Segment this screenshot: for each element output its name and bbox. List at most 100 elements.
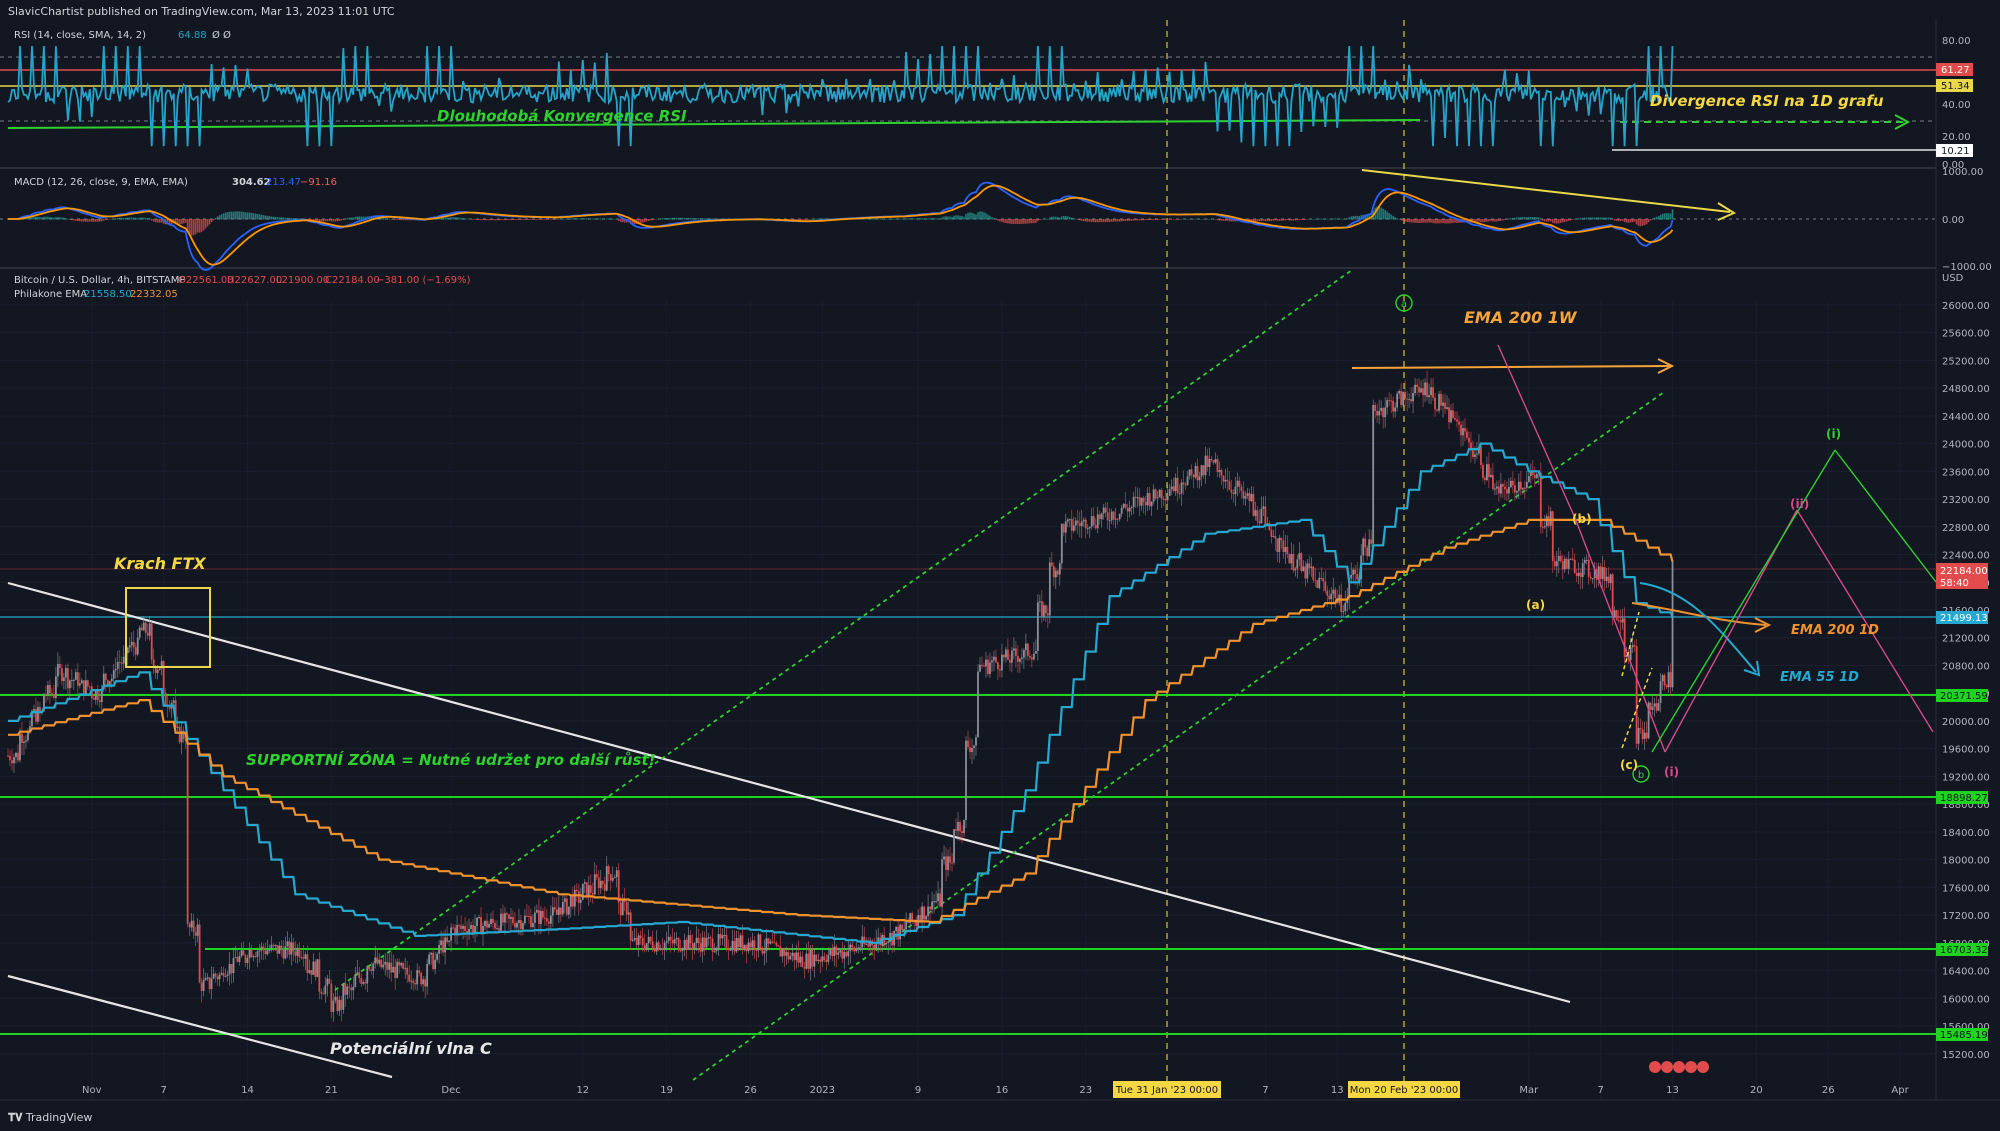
candle-body — [306, 954, 309, 973]
candle-body — [84, 680, 87, 694]
candle-body — [815, 954, 818, 962]
macd-hist-bar — [1220, 219, 1223, 221]
macd-hist-bar — [55, 217, 57, 220]
candle-body — [1170, 486, 1173, 490]
candle-body — [577, 891, 580, 903]
tradingview-chart[interactable]: a b Dlouhodobá Konvergence RSI Divergenc… — [0, 0, 2000, 1131]
macd-hist-bar — [572, 218, 574, 220]
macd-hist-bar — [1565, 219, 1568, 222]
candle-body — [278, 945, 281, 954]
candle-body — [973, 745, 975, 749]
macd-hist-bar — [1436, 219, 1438, 224]
macd-hist-bar — [386, 218, 389, 220]
macd-hist-bar — [1132, 219, 1135, 221]
macd-hist-bar — [580, 218, 582, 220]
candle-body — [376, 957, 379, 964]
candle-body — [1523, 487, 1526, 489]
macd-hist-bar — [953, 215, 955, 220]
candle-body — [1292, 554, 1295, 571]
candle-body — [619, 902, 622, 916]
macd-hist-bar — [212, 219, 215, 221]
candle-body — [1494, 488, 1496, 490]
event-icon[interactable] — [1661, 1061, 1673, 1073]
macd-hist-bar — [244, 212, 247, 220]
macd-hist-bar — [77, 219, 79, 221]
candle-body — [1290, 554, 1293, 564]
macd-hist-bar — [576, 218, 578, 220]
macd-hist-bar — [89, 219, 91, 222]
macd-hist-bar — [1647, 219, 1650, 223]
candle-body — [1392, 400, 1395, 412]
macd-hist-bar — [595, 218, 598, 220]
event-icon[interactable] — [1697, 1061, 1709, 1073]
candle-body — [1414, 384, 1416, 394]
macd-hist-bar — [1548, 219, 1550, 222]
candle-body — [999, 669, 1001, 671]
macd-hist-bar — [973, 213, 975, 220]
candle-body — [985, 659, 987, 667]
candle-body — [1288, 554, 1291, 564]
macd-hist-bar — [41, 217, 43, 220]
candle-body — [352, 986, 355, 991]
macd-hist-bar — [1625, 219, 1628, 223]
candle-body — [1322, 578, 1325, 582]
macd-hist-bar — [939, 218, 941, 220]
macd-hist-bar — [1120, 219, 1123, 222]
event-icon[interactable] — [1673, 1061, 1685, 1073]
candle-body — [1533, 474, 1536, 479]
macd-hist-bar — [326, 219, 329, 222]
candle-body — [1244, 495, 1247, 499]
candle-body — [226, 974, 229, 977]
candle-body — [995, 656, 997, 663]
candle-body — [1420, 388, 1422, 393]
candle-body — [410, 980, 413, 982]
macd-hist-bar — [150, 219, 153, 221]
rsi-convergence-label: Dlouhodobá Konvergence RSI — [437, 107, 687, 125]
event-icon[interactable] — [1685, 1061, 1697, 1073]
macd-hist-bar — [318, 219, 321, 222]
macd-hist-bar — [1496, 219, 1498, 222]
tradingview-logo[interactable]: 𝐓𝐕 TradingView — [8, 1111, 92, 1125]
macd-hist-bar — [382, 218, 385, 220]
candle-body — [398, 961, 401, 966]
candle-body — [1484, 477, 1486, 480]
macd-hist-bar — [591, 218, 594, 220]
price-tick: 18000.00 — [1942, 856, 1990, 867]
candle-body — [1080, 521, 1083, 527]
macd-hist-bar — [1254, 219, 1257, 222]
macd-hist-bar — [122, 217, 125, 220]
candle-body — [232, 958, 235, 974]
macd-hist-bar — [104, 219, 107, 221]
candle-body — [951, 862, 953, 864]
candle-body — [480, 916, 482, 935]
macd-hist-bar — [148, 218, 151, 220]
macd-hist-bar — [697, 218, 700, 220]
candle-body — [106, 680, 109, 686]
macd-hist-bar — [210, 219, 213, 223]
macd-hist-bar — [1294, 219, 1297, 221]
candle-body — [1086, 528, 1089, 530]
candle-body — [346, 986, 349, 995]
ema200w-label: EMA 200 1W — [1464, 308, 1578, 327]
macd-hist-bar — [1270, 219, 1273, 221]
candle-body — [258, 950, 261, 952]
macd-hist-bar — [1328, 218, 1331, 220]
candle-body — [272, 944, 275, 946]
macd-hist-bar — [971, 212, 973, 220]
candle-body — [827, 954, 830, 962]
event-icons[interactable] — [1649, 1061, 1709, 1073]
candle-body — [1110, 511, 1113, 521]
macd-hist-bar — [1198, 218, 1201, 220]
macd-hist-bar — [332, 219, 335, 222]
macd-hist-bar — [103, 219, 105, 221]
candle-body — [1525, 481, 1528, 488]
candle-body — [1192, 474, 1195, 478]
macd-hist-bar — [1522, 217, 1524, 220]
candle-body — [1326, 590, 1329, 596]
event-icon[interactable] — [1649, 1061, 1661, 1073]
candle-body — [1284, 547, 1287, 552]
candle-body — [82, 680, 85, 694]
candle-body — [1184, 484, 1187, 486]
candle-body — [945, 856, 947, 870]
macd-hist-bar — [1098, 219, 1101, 223]
